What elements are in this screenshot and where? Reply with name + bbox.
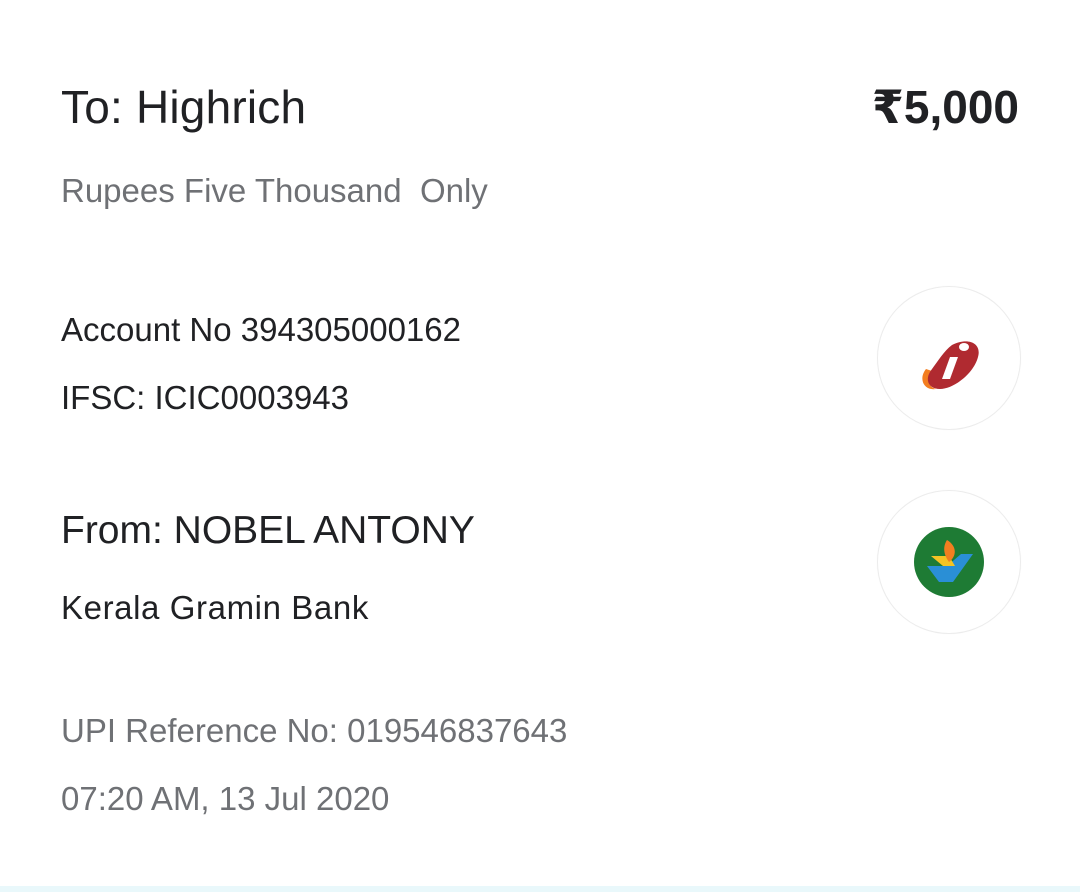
payee-bank-logo <box>877 286 1021 430</box>
amount-in-words: Rupees Five Thousand Only <box>61 172 488 209</box>
payee-ifsc-code: IFSC: ICIC0003943 <box>61 379 349 416</box>
payer-name: From: NOBEL ANTONY <box>61 509 475 552</box>
payer-bank-name: Kerala Gramin Bank <box>61 589 369 626</box>
transaction-timestamp: 07:20 AM, 13 Jul 2020 <box>61 780 390 817</box>
icici-bank-logo-icon <box>922 341 979 390</box>
upi-reference-number: UPI Reference No: 019546837643 <box>61 712 568 749</box>
payee-name: To: Highrich <box>61 81 307 133</box>
payment-amount: ₹5,000 <box>871 81 1019 133</box>
kerala-gramin-bank-logo-icon <box>914 527 984 597</box>
payee-account-number: Account No 394305000162 <box>61 311 461 348</box>
bottom-divider <box>0 886 1080 892</box>
payer-bank-logo <box>877 490 1021 634</box>
